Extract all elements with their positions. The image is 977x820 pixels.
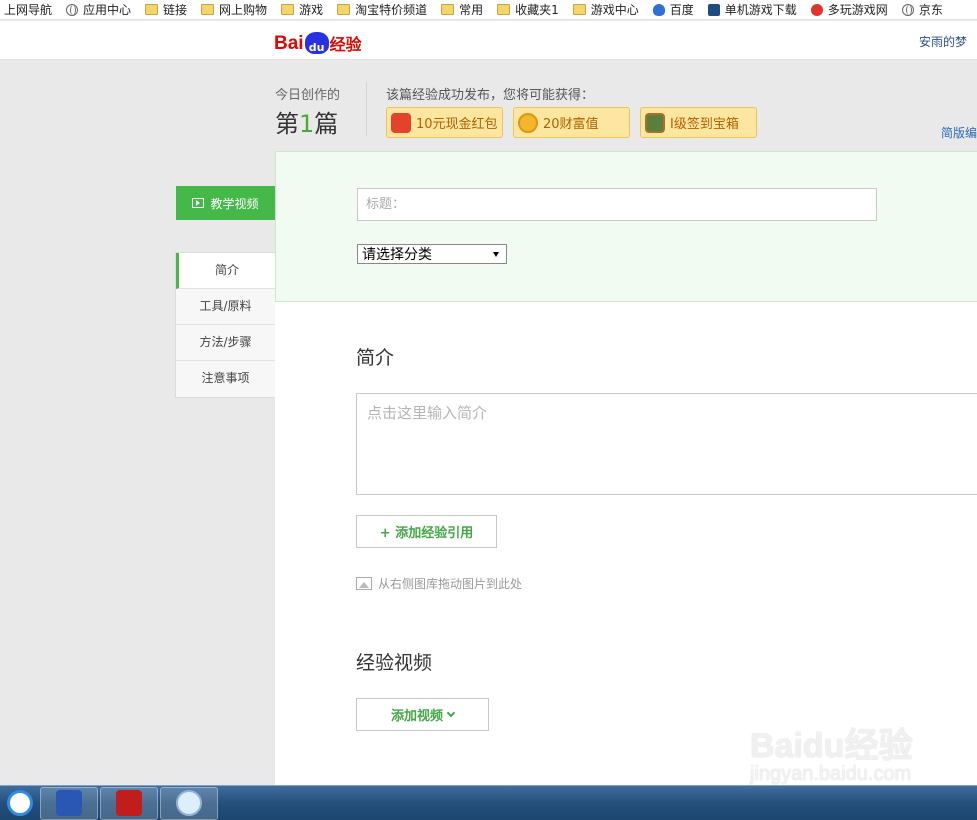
title-category-panel: 请选择分类 [275,151,977,302]
bookmark-label: 京东 [918,3,943,17]
nav-item-steps[interactable]: 方法/步骤 [176,325,275,361]
watermark-url: jingyan.baidu.com [750,763,912,785]
reward-heading: 该篇经验成功发布，您将可能获得： [386,88,595,103]
tutorial-video-tab[interactable]: 教学视频 [176,186,275,220]
taskbar-baidu-netdisk[interactable] [2,787,38,820]
globe-icon [66,3,79,16]
bookmark-label: 收藏夹1 [515,3,559,17]
bookmark-label: 游戏中心 [590,3,639,17]
taskbar-pdf-reader[interactable] [100,786,158,820]
browser-icon [176,790,202,816]
bookmark-label: 网上购物 [219,3,268,17]
logo-paw-icon: du [304,32,329,54]
logo-bai-text: Bai [274,33,304,54]
globe-icon [901,3,914,16]
category-selected-value: 请选择分类 [362,247,432,263]
reward-chest-badge: I级签到宝箱 [640,107,757,138]
bookmark-label: 常用 [459,3,484,17]
reward-wealth-badge: 20财富值 [513,107,630,138]
treasure-chest-icon [645,112,665,133]
image-icon [356,577,372,590]
bookmarks-bar: 上网导航 应用中心 链接 网上购物 游戏 淘宝特价频道 常用 收藏夹1 游戏中心… [0,0,977,20]
chevron-down-icon [446,708,456,717]
add-quote-button[interactable]: + 添加经验引用 [356,515,497,548]
bookmark-item[interactable]: 游戏中心 [572,1,639,18]
reward-label: 10元现金红包 [416,117,498,132]
drag-hint-text: 从右侧图库拖动图片到此处 [378,577,523,591]
baidu-netdisk-icon [7,790,33,816]
game-icon [707,3,720,16]
bookmark-label: 淘宝特价频道 [355,3,428,17]
bookmark-item[interactable]: 上网导航 [4,1,52,18]
pdf-reader-icon [116,790,142,816]
folder-icon [281,4,295,15]
bookmark-item[interactable]: 链接 [145,1,187,18]
coin-icon [518,112,538,133]
nav-item-intro[interactable]: 简介 [176,253,275,289]
baidu-paw-icon [652,3,665,16]
intro-heading: 简介 [356,347,395,369]
bookmark-item[interactable]: 淘宝特价频道 [337,1,427,18]
video-play-icon [192,198,205,208]
folder-icon [337,4,351,15]
baidu-watermark: Baidu经验 jingyan.baidu.com [750,718,912,786]
editor-panel: 请选择分类 简介 点击这里输入简介 + 添加经验引用 从右侧图库拖动图片到此处 … [275,151,977,785]
bookmark-label: 百度 [669,3,694,17]
folder-icon [572,4,586,15]
image-drag-hint: 从右侧图库拖动图片到此处 [356,575,522,592]
folder-icon [441,4,455,15]
red-envelope-icon [391,112,411,133]
word-icon [56,790,82,816]
bookmark-label: 单机游戏下载 [724,3,797,17]
bookmark-item[interactable]: 常用 [441,1,483,18]
video-tab-label: 教学视频 [210,196,259,211]
add-video-button[interactable]: 添加视频 [356,698,489,731]
count-prefix: 第 [275,110,299,138]
nav-item-tools[interactable]: 工具/原料 [176,289,275,325]
bookmark-label: 链接 [163,3,188,17]
bookmark-item[interactable]: 单机游戏下载 [707,1,797,18]
bookmark-item[interactable]: 网上购物 [201,1,267,18]
count-suffix: 篇 [314,110,339,138]
folder-icon [145,4,159,15]
user-name-link[interactable]: 安雨的梦 [919,33,967,50]
count-number: 1 [299,110,315,138]
dropdown-caret-icon [493,252,499,257]
bookmark-label: 应用中心 [83,3,132,17]
taskbar-word[interactable] [40,786,98,820]
folder-icon [497,4,511,15]
windows-taskbar [0,785,977,820]
nav-item-notes[interactable]: 注意事项 [176,361,275,397]
simple-mode-link[interactable]: 简版编 [941,124,977,141]
bookmark-item[interactable]: 收藏夹1 [497,1,559,18]
baidu-jingyan-logo[interactable]: Bai du 经验 [274,25,362,55]
site-header: Bai du 经验 安雨的梦 [0,21,977,60]
reward-label: 20财富值 [543,117,599,132]
bookmark-item[interactable]: 京东 [901,1,943,18]
reward-cash-badge: 10元现金红包 [386,107,503,138]
bookmark-label: 多玩游戏网 [827,3,888,17]
bookmark-label: 游戏 [299,3,324,17]
bookmark-item[interactable]: 游戏 [281,1,323,18]
logo-jingyan-text: 经验 [329,35,362,54]
duowan-icon [810,3,823,16]
today-count: 第1篇 [275,104,338,139]
watermark-logo: Baidu经验 [750,727,913,765]
bookmark-item[interactable]: 多玩游戏网 [810,1,888,18]
stats-divider [366,82,367,136]
folder-icon [201,4,215,15]
bookmark-item[interactable]: 应用中心 [66,1,131,18]
intro-textarea[interactable]: 点击这里输入简介 [356,393,977,495]
bookmark-label: 上网导航 [4,3,53,17]
section-nav: 简介 工具/原料 方法/步骤 注意事项 [175,252,275,398]
today-created-label: 今日创作的 [275,88,341,103]
reward-label: I级签到宝箱 [670,117,739,132]
bookmark-item[interactable]: 百度 [652,1,694,18]
title-input[interactable] [357,188,877,221]
taskbar-browser[interactable] [160,786,218,820]
add-video-label: 添加视频 [390,709,443,724]
category-select[interactable]: 请选择分类 [357,244,507,264]
video-heading: 经验视频 [356,652,433,674]
